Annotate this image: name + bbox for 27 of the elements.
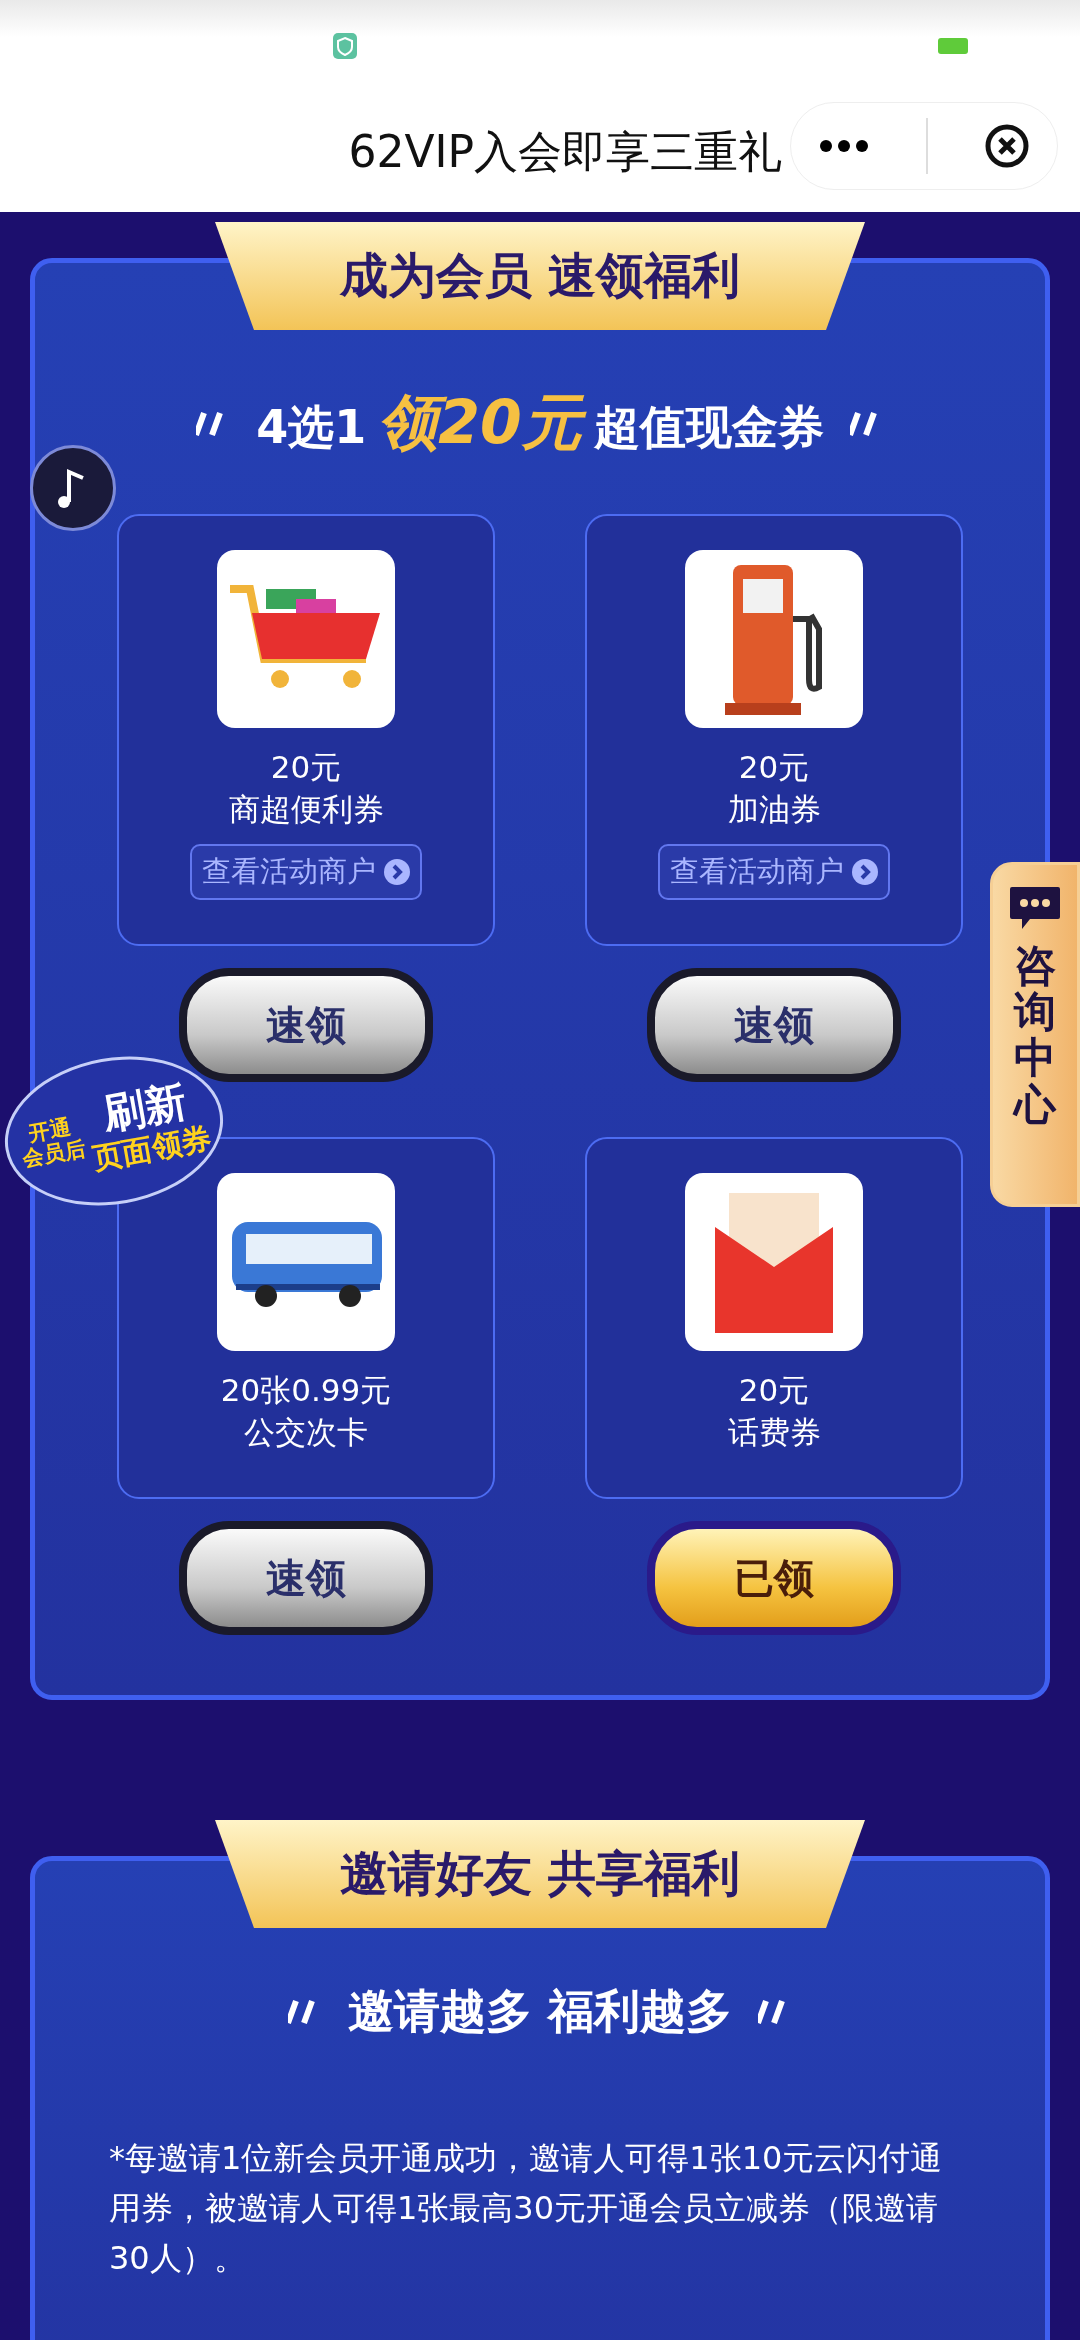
shield-icon — [333, 33, 357, 59]
claim-button[interactable]: 速领 — [647, 968, 901, 1082]
coupon-amount: 20元 — [270, 748, 342, 787]
battery-icon — [938, 38, 968, 54]
coupon-amount: 20元 — [738, 1371, 810, 1410]
page-title: 62VIP入会即享三重礼 — [347, 124, 782, 179]
chevron-right-icon — [384, 859, 410, 885]
coupon-amount: 20张0.99元 — [220, 1371, 392, 1410]
more-icon[interactable] — [819, 139, 870, 153]
coupon-name: 公交次卡 — [244, 1413, 368, 1452]
coupon-name: 加油券 — [727, 790, 821, 829]
coupon-amount: 20元 — [738, 748, 810, 787]
claim-button[interactable]: 速领 — [179, 1521, 433, 1635]
section-subtitle: 4选1 领20元 超值现金券 — [256, 386, 824, 459]
merchant-link[interactable]: 查看活动商户 — [658, 844, 890, 900]
section-subtitle: 邀请越多 福利越多 — [348, 1983, 732, 2040]
claim-button[interactable]: 已领 — [647, 1521, 901, 1635]
merchant-link[interactable]: 查看活动商户 — [190, 844, 422, 900]
consult-tab[interactable]: 咨询中心 — [990, 862, 1080, 1207]
section-banner: 邀请好友 共享福利 — [215, 1820, 865, 1928]
close-icon[interactable] — [984, 124, 1029, 168]
coupon-name: 话费券 — [727, 1413, 821, 1452]
invite-rules-text: *每邀请1位新会员开通成功，邀请人可得1张10元云闪付通用券，被邀请人可得1张最高30元开通会员立减券（限邀请30人）。 — [108, 2138, 944, 2279]
section-banner: 成为会员 速领福利 — [215, 222, 865, 330]
coupon-name: 商超便利券 — [228, 790, 384, 829]
claim-button[interactable]: 速领 — [179, 968, 433, 1082]
chevron-right-icon — [852, 859, 878, 885]
